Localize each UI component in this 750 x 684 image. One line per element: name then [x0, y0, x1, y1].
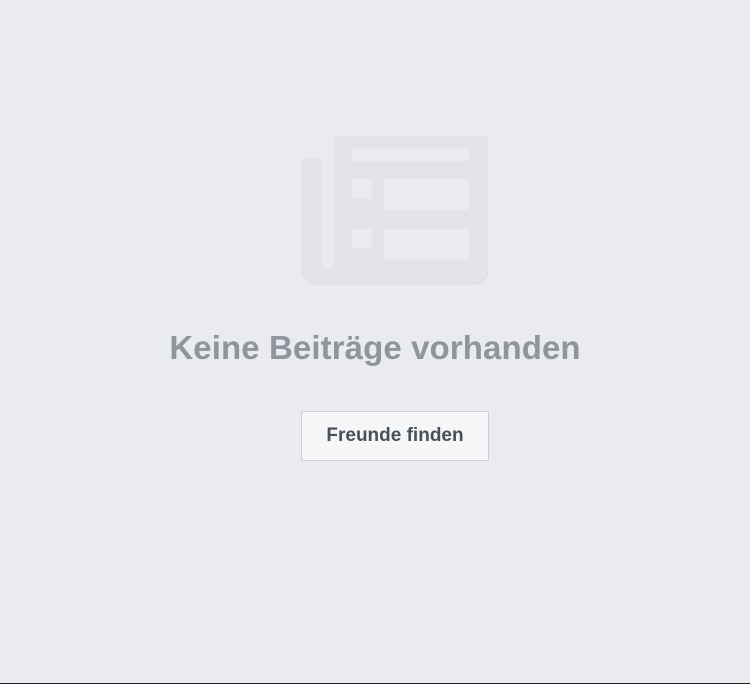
find-friends-button[interactable]: Freunde finden: [301, 411, 489, 461]
empty-feed-state: Keine Beiträge vorhanden Freunde finden: [0, 0, 750, 684]
empty-state-title: Keine Beiträge vorhanden: [169, 329, 581, 366]
page: Keine Beiträge vorhanden Freunde finden: [0, 0, 750, 684]
newspaper-icon: [302, 136, 488, 285]
